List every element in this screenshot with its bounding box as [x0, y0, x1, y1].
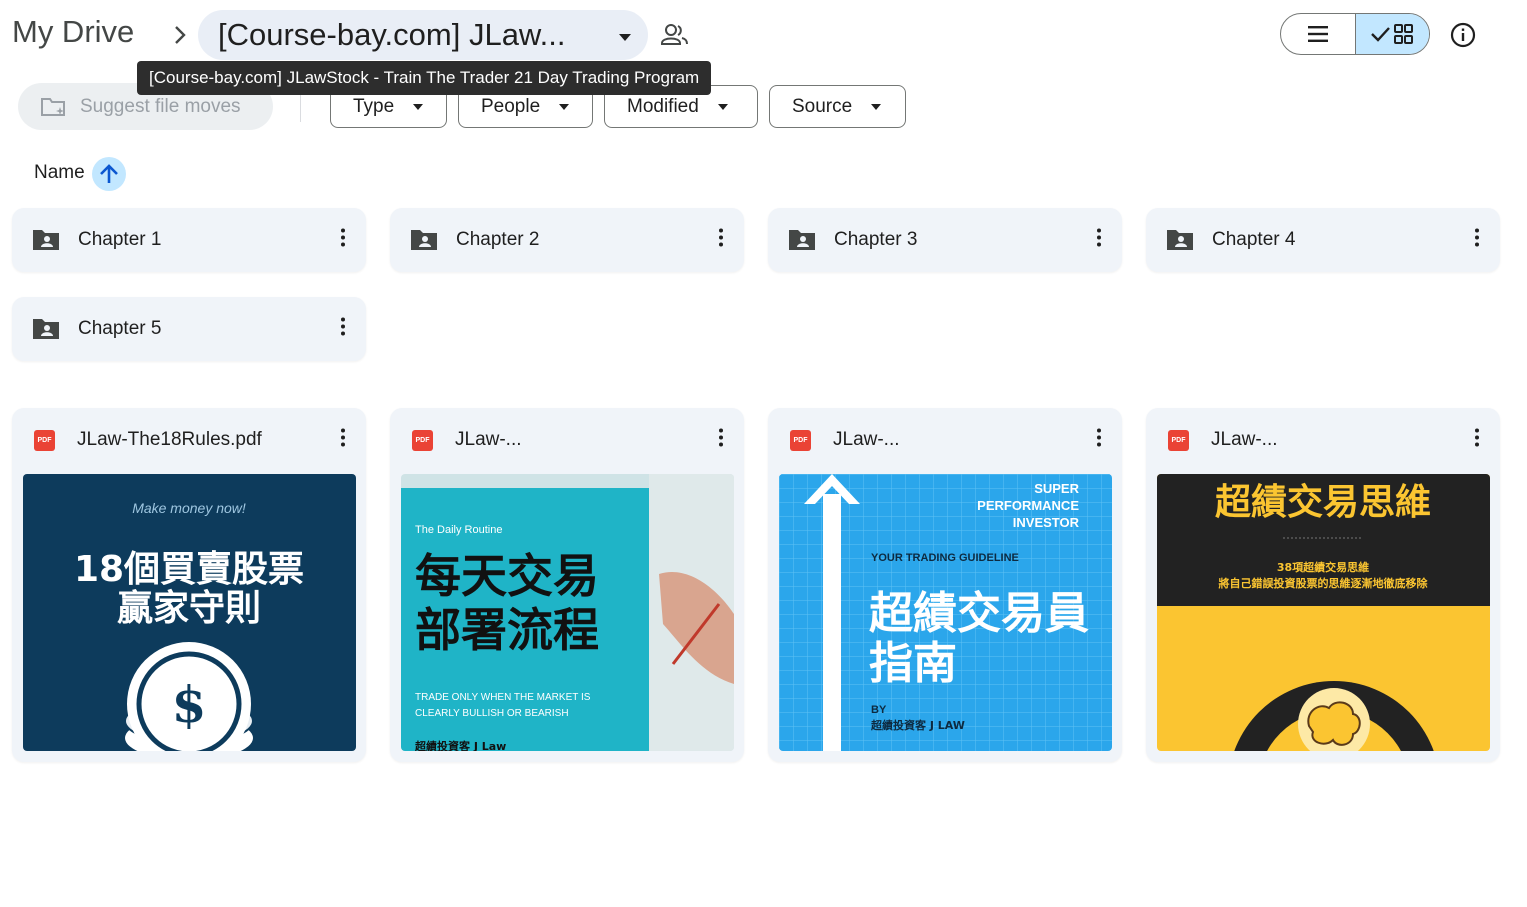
file-thumbnail[interactable]: Make money now! 18個買賣股票 贏家守則 $ [23, 474, 356, 751]
caret-down-icon [871, 103, 882, 110]
file-card[interactable]: PDF JLaw-... The Daily Routine 每天交易 部署流程… [390, 408, 744, 762]
thumb-title-line2: 指南 [869, 638, 957, 689]
folder-name: Chapter 2 [456, 229, 540, 250]
shared-folder-icon [789, 230, 815, 250]
dollar-sign: $ [172, 675, 207, 734]
thumb-title-line2: 贏家守則 [117, 588, 261, 629]
folder-card[interactable]: Chapter 1 [12, 208, 366, 272]
folder-sparkle-icon [41, 97, 65, 116]
thumb-footer-line2: CLEARLY BULLISH OR BEARISH [415, 708, 569, 719]
arrow-up-icon [100, 164, 118, 183]
thumb-by: BY [871, 704, 887, 716]
shared-folder-icon [33, 319, 59, 339]
shared-folder-icon [1167, 230, 1193, 250]
thumb-subtitle-line1: 38項超績交易思維 [1277, 560, 1369, 574]
thumb-title-line1: 超績交易員 [869, 588, 1089, 639]
pdf-icon: PDF [790, 429, 811, 451]
folder-name: Chapter 4 [1212, 229, 1296, 250]
pdf-icon: PDF [34, 429, 55, 451]
file-name: JLaw-The18Rules.pdf [77, 429, 262, 450]
filter-source[interactable]: Source [769, 85, 906, 128]
more-options-icon[interactable] [340, 228, 346, 253]
grid-view-button[interactable] [1354, 14, 1429, 54]
sort-by-name[interactable]: Name [34, 162, 85, 184]
more-options-icon[interactable] [1096, 428, 1102, 453]
file-thumbnail[interactable]: SUPER PERFORMANCE INVESTOR YOUR TRADING … [779, 474, 1112, 751]
folder-name: Chapter 1 [78, 229, 162, 250]
caret-down-icon [559, 103, 570, 110]
breadcrumb-current-label: [Course-bay.com] JLaw... [218, 17, 566, 52]
more-options-icon[interactable] [1096, 228, 1102, 253]
pdf-icon: PDF [412, 429, 433, 451]
more-options-icon[interactable] [340, 317, 346, 342]
more-options-icon[interactable] [340, 428, 346, 453]
thumb-top-line1: SUPER [1034, 481, 1079, 496]
more-options-icon[interactable] [718, 228, 724, 253]
thumb-tagline: Make money now! [132, 500, 246, 516]
shared-people-icon[interactable] [660, 22, 690, 53]
more-options-icon[interactable] [1474, 228, 1480, 253]
thumb-top-line2: PERFORMANCE [977, 498, 1079, 513]
folder-card[interactable]: Chapter 5 [12, 297, 366, 361]
thumb-title-line2: 部署流程 [415, 603, 599, 657]
thumb-title: 超績交易思維 [1215, 481, 1431, 523]
suggest-file-moves-label: Suggest file moves [80, 95, 241, 117]
thumb-subtitle: YOUR TRADING GUIDELINE [871, 552, 1019, 564]
folder-name: Chapter 5 [78, 318, 162, 339]
check-grid-icon [1371, 24, 1414, 44]
info-icon[interactable] [1450, 22, 1476, 53]
file-card[interactable]: PDF JLaw-... SUPER PERFORMANCE INVESTOR … [768, 408, 1122, 762]
caret-down-icon [717, 103, 728, 110]
thumb-footer-line1: TRADE ONLY WHEN THE MARKET IS [415, 692, 591, 703]
toolbar-divider [300, 92, 301, 122]
pdf-icon: PDF [1168, 429, 1189, 451]
folder-card[interactable]: Chapter 3 [768, 208, 1122, 272]
thumb-author: 超績投資客 J LAW [870, 718, 965, 732]
file-name: JLaw-... [455, 429, 522, 450]
thumb-author: 超績投資客 J Law [414, 739, 506, 751]
folder-card[interactable]: Chapter 2 [390, 208, 744, 272]
list-icon [1307, 26, 1328, 42]
filter-type-label: Type [353, 95, 395, 117]
thumb-title-line1: 每天交易 [415, 549, 599, 603]
thumb-subtitle-line2: 將自己錯誤投資股票的思維逐漸地徹底移除 [1219, 576, 1429, 590]
caret-down-icon [413, 103, 424, 110]
filter-source-label: Source [792, 95, 853, 117]
file-thumbnail[interactable]: 超績交易思維 38項超績交易思維 將自己錯誤投資股票的思維逐漸地徹底移除 [1157, 474, 1490, 751]
chevron-right-icon [170, 22, 192, 48]
list-view-button[interactable] [1281, 14, 1355, 54]
file-name: JLaw-... [1211, 429, 1278, 450]
view-toggle [1280, 13, 1430, 55]
shared-folder-icon [411, 230, 437, 250]
folder-name: Chapter 3 [834, 229, 918, 250]
file-card[interactable]: PDF JLaw-... 超績交易思維 38項超績交易思維 將自己錯誤投資股票的… [1146, 408, 1500, 762]
thumb-eyebrow: The Daily Routine [415, 524, 502, 536]
breadcrumb-current-folder[interactable]: [Course-bay.com] JLaw... [198, 10, 648, 60]
more-options-icon[interactable] [1474, 428, 1480, 453]
folder-card[interactable]: Chapter 4 [1146, 208, 1500, 272]
file-name: JLaw-... [833, 429, 900, 450]
sort-direction-button[interactable] [92, 157, 126, 191]
filter-people-label: People [481, 95, 541, 117]
file-thumbnail[interactable]: The Daily Routine 每天交易 部署流程 TRADE ONLY W… [401, 474, 734, 751]
shared-folder-icon [33, 230, 59, 250]
file-card[interactable]: PDF JLaw-The18Rules.pdf Make money now! … [12, 408, 366, 762]
more-options-icon[interactable] [718, 428, 724, 453]
breadcrumb-root[interactable]: My Drive [12, 14, 134, 50]
thumb-title-line1: 18個買賣股票 [74, 549, 304, 590]
caret-down-icon [618, 29, 632, 47]
thumb-top-line3: INVESTOR [1013, 515, 1080, 530]
filter-modified-label: Modified [627, 95, 699, 117]
folder-name-tooltip: [Course-bay.com] JLawStock - Train The T… [137, 61, 712, 95]
